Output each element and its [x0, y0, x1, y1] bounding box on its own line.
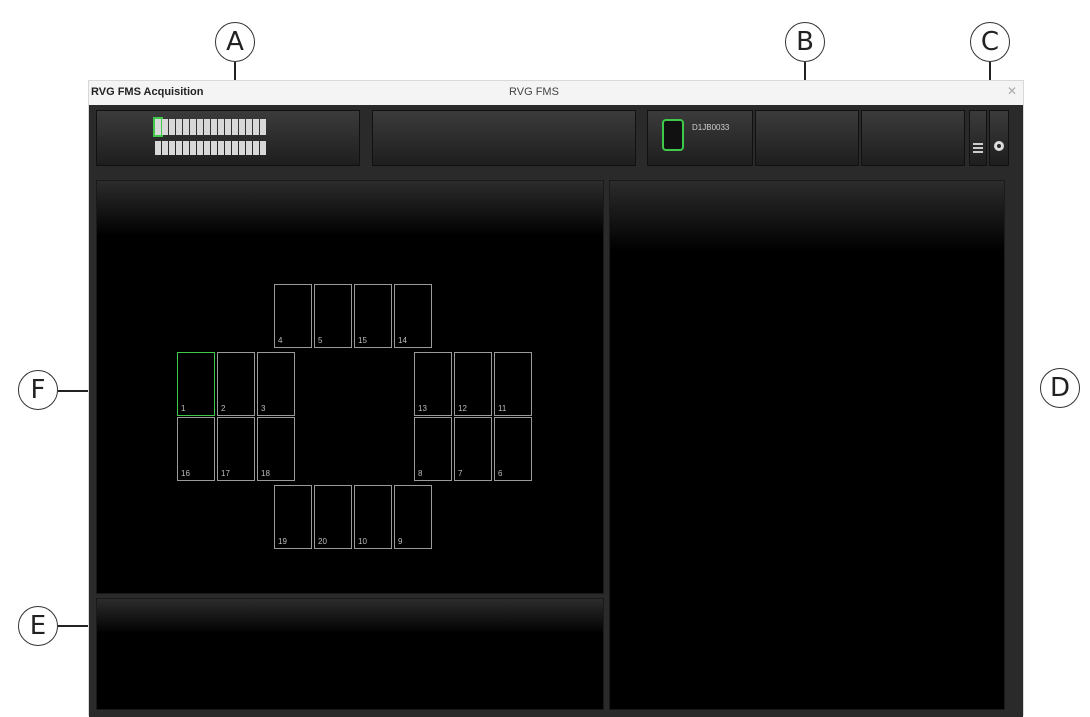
window-title: RVG FMS Acquisition: [91, 86, 204, 98]
fms-cell-label: 5: [318, 336, 323, 345]
fms-cell-15[interactable]: 15: [354, 284, 392, 348]
fms-cell-8[interactable]: 8: [414, 417, 452, 481]
fms-cell-label: 3: [261, 404, 266, 413]
fms-cell-3[interactable]: 3: [257, 352, 295, 416]
tooth-shape: [176, 141, 182, 155]
settings-group: [969, 110, 1013, 166]
tooth-shape: [162, 119, 168, 135]
fms-cell-20[interactable]: 20: [314, 485, 352, 549]
tooth-shape: [218, 141, 224, 155]
fms-cell-7[interactable]: 7: [454, 417, 492, 481]
fms-cell-10[interactable]: 10: [354, 485, 392, 549]
tooth-shape: [190, 119, 196, 135]
fms-cell-label: 14: [398, 336, 407, 345]
fms-cell-label: 8: [418, 469, 423, 478]
tooth-shape: [204, 119, 210, 135]
fms-cell-label: 11: [498, 404, 507, 413]
sensor-slot-1[interactable]: D1JB0033: [647, 110, 753, 166]
tooth-shape: [169, 141, 175, 155]
sensor-slot-3[interactable]: [861, 110, 965, 166]
tooth-shape: [225, 141, 231, 155]
tooth-shape: [204, 141, 210, 155]
fms-cell-18[interactable]: 18: [257, 417, 295, 481]
sensor-slot-2[interactable]: [755, 110, 859, 166]
tooth-shape: [253, 141, 259, 155]
tooth-shape: [183, 141, 189, 155]
tooth-shape: [246, 141, 252, 155]
fms-template-panel: 4 5 15 14 1 2 3 13 12 11 16 17 18 8 7 6 19 20 10 9: [96, 180, 604, 594]
title-bar: RVG FMS Acquisition RVG FMS ✕: [89, 81, 1023, 105]
lower-teeth: [155, 141, 266, 155]
fms-cell-16[interactable]: 16: [177, 417, 215, 481]
tooth-shape: [153, 117, 163, 137]
tooth-shape: [218, 119, 224, 135]
close-icon[interactable]: ✕: [1007, 84, 1017, 98]
fms-cell-label: 2: [221, 404, 226, 413]
tooth-shape: [232, 119, 238, 135]
fms-cell-14[interactable]: 14: [394, 284, 432, 348]
gear-icon[interactable]: [989, 110, 1009, 166]
teeth-chart-button[interactable]: [96, 110, 360, 166]
upper-teeth: [153, 117, 266, 137]
image-preview-panel: [609, 180, 1005, 710]
fms-cell-label: 4: [278, 336, 283, 345]
fms-cell-13[interactable]: 13: [414, 352, 452, 416]
tooth-shape: [239, 119, 245, 135]
fms-cell-label: 6: [498, 469, 503, 478]
tooth-shape: [197, 141, 203, 155]
tooth-shape: [253, 119, 259, 135]
sensor-icon: [662, 119, 684, 151]
info-panel: [96, 598, 604, 710]
callout-e: E: [18, 606, 58, 646]
tooth-shape: [225, 119, 231, 135]
fms-cell-label: 19: [278, 537, 287, 546]
fms-cell-19[interactable]: 19: [274, 485, 312, 549]
toolbar-empty-slot[interactable]: [372, 110, 636, 166]
fms-cell-label: 18: [261, 469, 270, 478]
fms-cell-label: 15: [358, 336, 367, 345]
fms-cell-11[interactable]: 11: [494, 352, 532, 416]
sensor-label: D1JB0033: [692, 123, 730, 132]
fms-cell-12[interactable]: 12: [454, 352, 492, 416]
callout-f: F: [18, 370, 58, 410]
fms-cell-label: 1: [181, 404, 186, 413]
fms-cell-label: 20: [318, 537, 327, 546]
tooth-shape: [162, 141, 168, 155]
fms-cell-4[interactable]: 4: [274, 284, 312, 348]
menu-icon[interactable]: [969, 110, 987, 166]
tooth-shape: [211, 119, 217, 135]
tooth-shape: [197, 119, 203, 135]
fms-cell-5[interactable]: 5: [314, 284, 352, 348]
callout-c: C: [970, 22, 1010, 62]
tooth-shape: [239, 141, 245, 155]
fms-cell-label: 7: [458, 469, 463, 478]
callout-a: A: [215, 22, 255, 62]
fms-cell-1[interactable]: 1: [177, 352, 215, 416]
tooth-shape: [211, 141, 217, 155]
window-center-title: RVG FMS: [509, 86, 559, 98]
tooth-shape: [155, 141, 161, 155]
fms-cell-label: 13: [418, 404, 427, 413]
callout-b: B: [785, 22, 825, 62]
tooth-shape: [260, 141, 266, 155]
fms-cell-label: 10: [358, 537, 367, 546]
fms-cell-2[interactable]: 2: [217, 352, 255, 416]
fms-cell-label: 16: [181, 469, 190, 478]
tooth-shape: [232, 141, 238, 155]
callout-d: D: [1040, 368, 1080, 408]
fms-cell-9[interactable]: 9: [394, 485, 432, 549]
tooth-shape: [169, 119, 175, 135]
fms-cell-label: 12: [458, 404, 467, 413]
fms-cell-label: 9: [398, 537, 403, 546]
fms-cell-17[interactable]: 17: [217, 417, 255, 481]
fms-cell-6[interactable]: 6: [494, 417, 532, 481]
rvg-fms-window: RVG FMS Acquisition RVG FMS ✕ D1JB0033 4…: [88, 80, 1024, 717]
tooth-shape: [183, 119, 189, 135]
fms-cell-label: 17: [221, 469, 230, 478]
tooth-shape: [190, 141, 196, 155]
tooth-shape: [260, 119, 266, 135]
tooth-shape: [246, 119, 252, 135]
tooth-shape: [176, 119, 182, 135]
app-area: D1JB0033 4 5 15 14 1 2 3 13 12 11 16 17 18 8 7 6 19 20 10 9: [89, 105, 1023, 717]
